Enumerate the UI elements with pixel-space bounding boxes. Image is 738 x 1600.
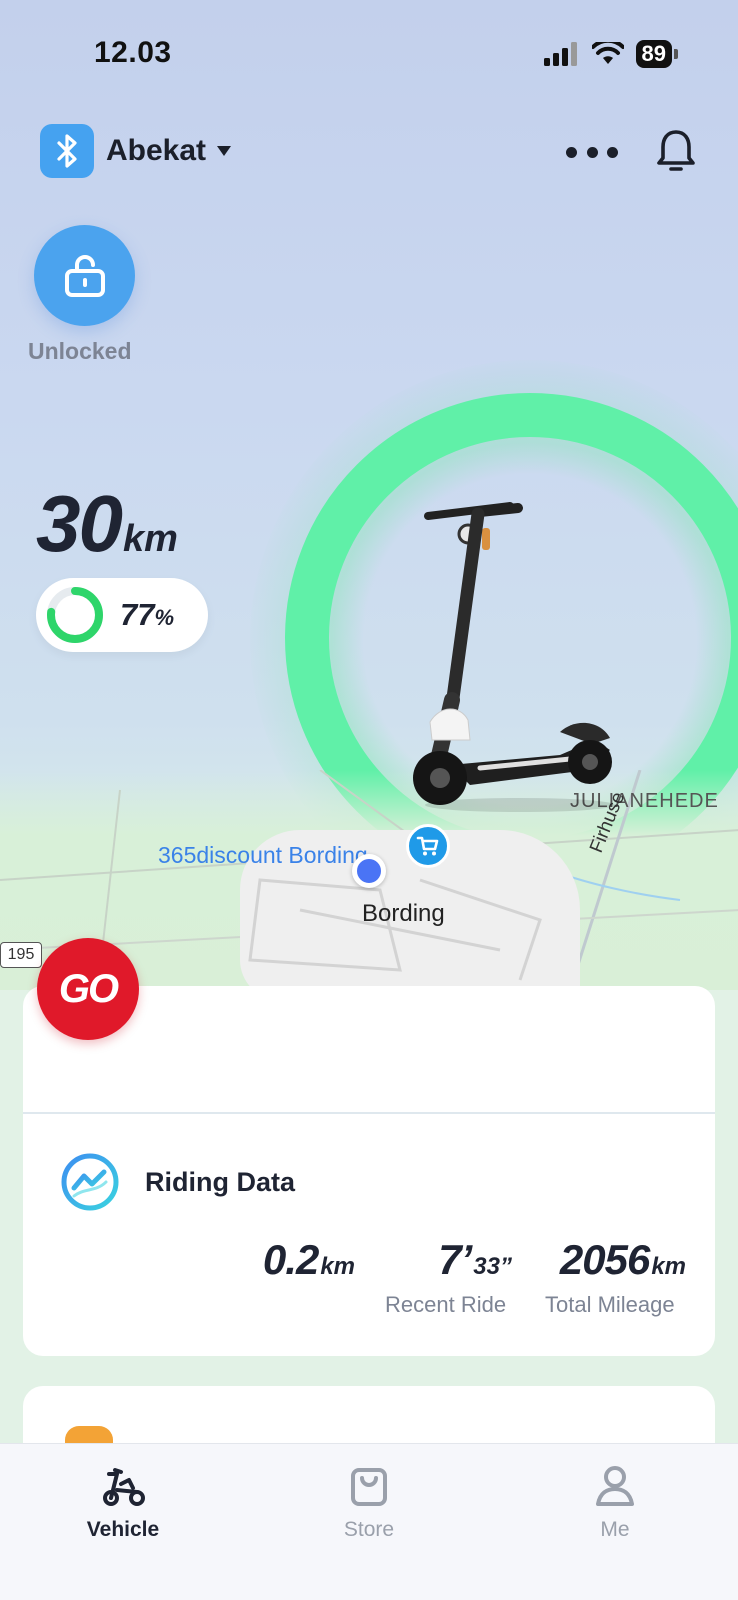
- more-options-button[interactable]: [566, 140, 618, 164]
- battery-percent: 77%: [120, 597, 174, 633]
- stat-unit: km: [651, 1253, 686, 1280]
- range-unit: km: [122, 518, 178, 560]
- bottom-tab-bar: Vehicle Store Me: [0, 1443, 738, 1600]
- scooter-icon: [103, 1468, 145, 1506]
- stat-value: 7’: [438, 1236, 472, 1283]
- battery-level-badge: 89: [635, 40, 672, 68]
- tab-label: Me: [600, 1518, 630, 1541]
- riding-data-icon[interactable]: [60, 1152, 120, 1212]
- stat-unit: km: [320, 1253, 355, 1280]
- tab-me[interactable]: Me: [545, 1462, 685, 1542]
- bell-icon[interactable]: [655, 128, 697, 174]
- person-icon: [596, 1466, 634, 1506]
- map-shop-label[interactable]: 365discount Bording: [158, 842, 368, 869]
- tab-vehicle[interactable]: Vehicle: [53, 1462, 193, 1542]
- tab-label: Vehicle: [86, 1518, 160, 1541]
- chevron-down-icon[interactable]: [217, 146, 231, 156]
- lock-toggle-button[interactable]: [34, 225, 135, 326]
- bluetooth-icon[interactable]: [40, 124, 94, 178]
- status-icons: 89: [543, 40, 678, 68]
- battery-ring-icon: [47, 587, 103, 643]
- stat-recent-ride: 7’33”: [400, 1236, 512, 1284]
- stat-distance: 0.2km: [250, 1236, 355, 1284]
- scooter-image: [413, 502, 615, 812]
- stat-value: 2056: [559, 1236, 650, 1283]
- wifi-icon: [591, 42, 624, 64]
- current-location-dot: [352, 854, 386, 888]
- app-screen: 12.03 89 Abekat Unlocked 30km 77% JULIAN…: [0, 0, 738, 1600]
- range-value: 30: [36, 479, 123, 568]
- riding-data-title[interactable]: Riding Data: [145, 1167, 295, 1198]
- device-name[interactable]: Abekat: [106, 134, 206, 168]
- go-label: GO: [58, 966, 119, 1011]
- stat-label-total-mileage: Total Mileage: [545, 1292, 675, 1317]
- unlock-icon: [64, 254, 105, 297]
- battery-percent-unit: %: [154, 605, 175, 630]
- tab-label: Store: [343, 1518, 395, 1541]
- cart-icon: [416, 836, 439, 856]
- tab-store[interactable]: Store: [299, 1462, 439, 1542]
- stat-label-recent-ride: Recent Ride: [385, 1292, 507, 1317]
- shop-pin-icon[interactable]: [406, 824, 450, 868]
- dot: [566, 146, 577, 158]
- battery-percent-value: 77: [120, 597, 155, 632]
- stat-total-mileage: 2056km: [540, 1236, 686, 1284]
- lock-status-label: Unlocked: [28, 338, 132, 364]
- battery-nub: [674, 49, 678, 59]
- stat-value: 0.2: [262, 1236, 319, 1283]
- dot: [607, 146, 618, 158]
- status-time: 12.03: [94, 36, 172, 69]
- battery-chip: 77%: [36, 578, 208, 652]
- dot: [586, 146, 598, 158]
- go-button[interactable]: GO: [37, 938, 139, 1040]
- map-town-label: Bording: [362, 900, 445, 927]
- cellular-signal-icon: [543, 42, 577, 66]
- road-number-shield: 195: [0, 942, 42, 968]
- bag-icon: [351, 1468, 387, 1506]
- card-divider: [23, 1112, 715, 1114]
- range-display: 30km: [36, 478, 178, 570]
- stat-unit: 33”: [473, 1253, 512, 1280]
